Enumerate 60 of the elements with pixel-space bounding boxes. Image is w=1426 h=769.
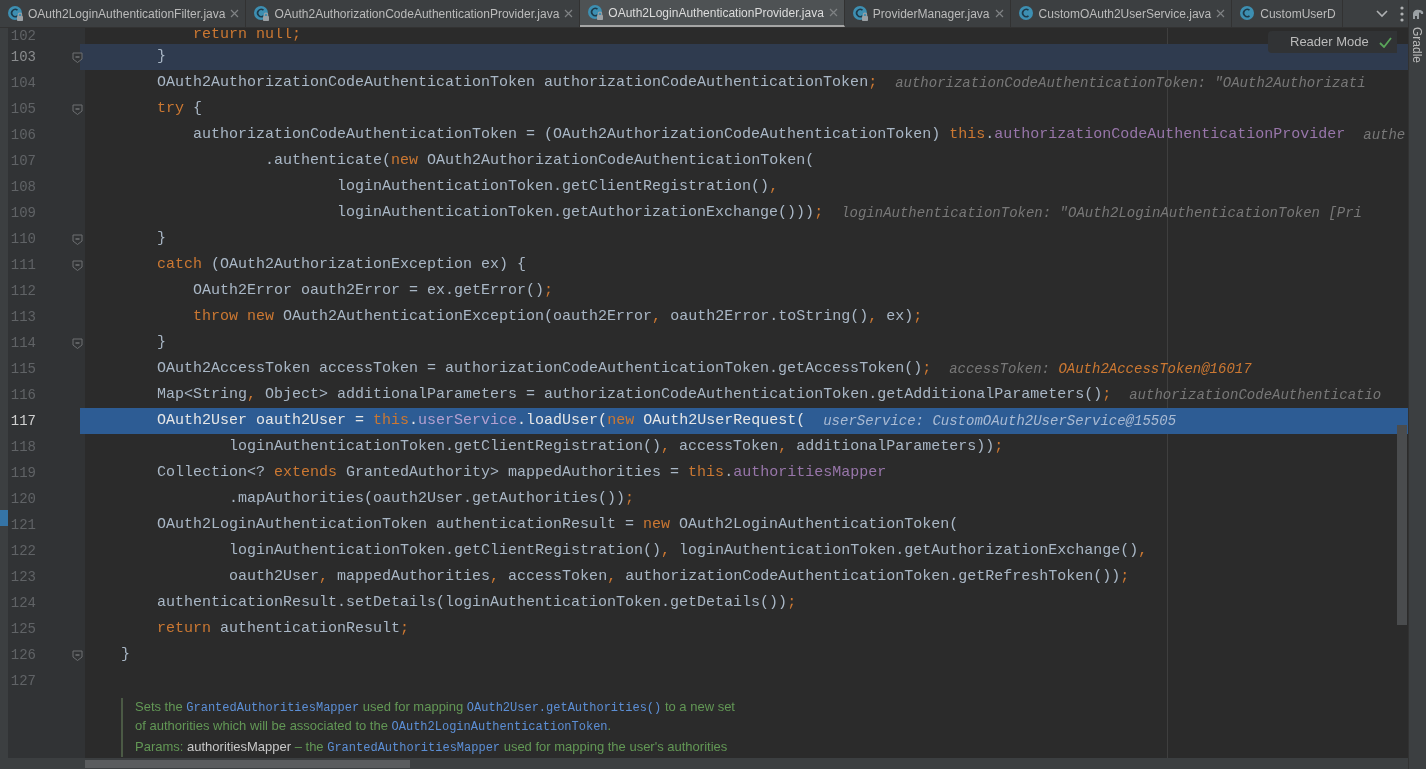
code-line: oauth2User, mappedAuthorities, accessToken, authorizationCodeAuthenticationToken.getRefreshToken()); (228, 568, 1130, 586)
code-line: catch (OAuth2AuthorizationException ex) { (156, 256, 527, 274)
code-line: loginAuthenticationToken.getClientRegistration(), accessToken, additionalParameters)); (228, 438, 1004, 456)
fold-marker-icon[interactable] (72, 51, 83, 63)
code-line: Map<String, Object> additionalParameters = authorizationCodeAuthenticationToken.getAdditionalParameters(); (156, 386, 1112, 404)
line-number: 103 (9, 49, 36, 65)
inline-value-hint: authorizationCodeAuthenticatio (1129, 386, 1382, 404)
code-line: try { (156, 100, 203, 118)
close-icon[interactable] (828, 8, 838, 17)
code-line: } (156, 230, 166, 248)
code-line: authenticationResult.setDetails(loginAuthenticationToken.getDetails()); (156, 594, 797, 612)
close-icon[interactable] (994, 9, 1004, 18)
doc-comment-line: Sets the GrantedAuthoritiesMapper used for mapping OAuth2User.getAuthorities() to a new set (135, 698, 735, 717)
fold-marker-icon[interactable] (72, 233, 83, 245)
code-line: authorizationCodeAuthenticationToken = (OAuth2AuthorizationCodeAuthenticationToken) this.authorizationCodeAuthenticationProvider (192, 126, 1346, 144)
editor-tab[interactable]: CustomOAuth2UserService.java (1010, 0, 1233, 27)
fold-marker-icon[interactable] (72, 649, 83, 661)
code-line: loginAuthenticationToken.getClientRegistration(), loginAuthenticationToken.getAuthorizationExchange(), (228, 542, 1148, 560)
chevron-down-icon[interactable] (1376, 9, 1388, 18)
elephant-icon[interactable] (1410, 8, 1425, 20)
code-line: OAuth2AccessToken accessToken = authorizationCodeAuthenticationToken.getAccessToken(); (156, 360, 932, 378)
editor-tab[interactable]: OAuth2LoginAuthenticationFilter.java (0, 0, 247, 27)
code-line: OAuth2User oauth2User = this.userService.loadUser(new OAuth2UserRequest( (156, 412, 806, 430)
tool-window-tab[interactable]: Gradle (1410, 24, 1425, 66)
code-line: .authenticate(new OAuth2AuthorizationCodeAuthenticationToken( (264, 152, 815, 170)
code-line: Collection<? extends GrantedAuthority> mappedAuthorities = this.authoritiesMapper (156, 464, 887, 482)
inline-value-hint: authe (1363, 126, 1406, 144)
code-line: loginAuthenticationToken.getClientRegistration(), (336, 178, 779, 196)
code-line: OAuth2Error oauth2Error = ex.getError(); (192, 282, 554, 300)
more-options-icon[interactable] (1400, 5, 1404, 22)
horizontal-scrollbar-thumb[interactable] (85, 759, 410, 768)
scrollbar-thumb[interactable] (1397, 425, 1407, 625)
editor-tab[interactable]: ProviderManager.java (844, 0, 1011, 27)
fold-marker-icon[interactable] (72, 103, 83, 115)
inline-value-hint: accessToken: OAuth2AccessToken@16017 (949, 360, 1252, 378)
line-number: 117 (9, 413, 36, 429)
code-line: } (120, 646, 130, 664)
code-line: OAuth2AuthorizationCodeAuthenticationToken authorizationCodeAuthenticationToken; (156, 74, 878, 92)
check-icon (1378, 36, 1392, 48)
close-icon[interactable] (230, 9, 240, 18)
close-icon[interactable] (1216, 9, 1226, 18)
code-line: .mapAuthorities(oauth2User.getAuthorities()); (228, 490, 635, 508)
inline-value-hint: userService: CustomOAuth2UserService@15505 (823, 412, 1177, 430)
fold-marker-icon[interactable] (72, 259, 83, 271)
inline-value-hint: authorizationCodeAuthenticationToken: "OAuth2Authorizati (895, 74, 1366, 92)
reader-mode-label[interactable]: Reader Mode (1290, 32, 1369, 52)
code-line: loginAuthenticationToken.getAuthorizationExchange())); (336, 204, 824, 222)
doc-comment-line: of authorities which will be associated to the OAuth2LoginAuthenticationToken. (135, 717, 612, 736)
doc-comment-line: Params: authoritiesMapper – the GrantedAuthoritiesMapper used for mapping the user's authorities (135, 738, 728, 757)
code-line: return authenticationResult; (156, 620, 410, 638)
editor-tab[interactable]: OAuth2LoginAuthenticationProvider.java (580, 0, 845, 27)
editor-tab[interactable]: CustomUserD (1232, 0, 1343, 27)
change-marker (0, 510, 8, 526)
code-line: } (156, 334, 166, 352)
close-icon[interactable] (564, 9, 574, 18)
inline-value-hint: loginAuthenticationToken: "OAuth2LoginAuthenticationToken [Pri (841, 204, 1363, 222)
code-line: throw new OAuth2AuthenticationException(oauth2Error, oauth2Error.toString(), ex); (192, 308, 923, 326)
fold-marker-icon[interactable] (72, 337, 83, 349)
code-line: OAuth2LoginAuthenticationToken authenticationResult = new OAuth2LoginAuthenticationToken( (156, 516, 959, 534)
code-line: } (156, 48, 166, 66)
